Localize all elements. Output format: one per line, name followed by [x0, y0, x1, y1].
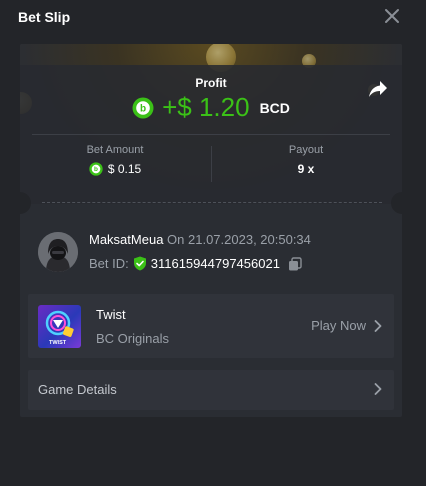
payout-label: Payout: [288, 144, 324, 156]
close-icon[interactable]: [382, 6, 402, 26]
user-avatar-icon: [38, 232, 78, 272]
bcd-coin-icon: b: [89, 162, 103, 176]
play-now-button[interactable]: Play Now: [311, 318, 382, 333]
bet-amount-value-row: b $ 0.15: [20, 162, 210, 176]
bet-amount-value: $ 0.15: [107, 162, 142, 176]
verified-shield-icon: [133, 256, 146, 271]
bcd-coin-icon: b: [132, 97, 154, 118]
bet-id-label: Bet ID:: [89, 256, 129, 271]
game-name: Twist: [96, 307, 126, 322]
game-card: TWIST Twist BC Originals Play Now: [28, 294, 394, 358]
ticket-notch-right: [391, 192, 402, 214]
bet-id-row: Bet ID: 311615944797456021: [89, 256, 302, 271]
chevron-right-icon: [374, 319, 382, 332]
bet-slip-card: Profit b +$ 1.20 BCD Bet Amount b $ 0.15…: [20, 44, 402, 417]
play-now-label: Play Now: [311, 318, 366, 333]
svg-text:b: b: [94, 166, 98, 173]
divider: [32, 134, 390, 135]
bet-slip-header: Bet Slip: [0, 0, 426, 40]
game-thumbnail[interactable]: TWIST: [38, 305, 81, 348]
profit-currency: BCD: [259, 99, 290, 116]
player-name[interactable]: MaksatMeua: [89, 232, 163, 247]
payout-value: 9 x: [297, 162, 315, 176]
twist-game-icon: TWIST: [45, 310, 74, 346]
game-details-row[interactable]: Game Details: [28, 370, 394, 410]
bet-id-value: 311615944797456021: [150, 256, 280, 271]
chevron-right-icon: [374, 383, 382, 395]
bet-timestamp: On 21.07.2023, 20:50:34: [167, 232, 311, 247]
svg-text:b: b: [140, 103, 146, 114]
thumbnail-text: TWIST: [49, 340, 67, 346]
player-line: MaksatMeua On 21.07.2023, 20:50:34: [89, 232, 311, 247]
bet-amount-stat: Bet Amount b $ 0.15: [20, 144, 210, 176]
page-title: Bet Slip: [18, 9, 71, 25]
profit-label: Profit: [195, 76, 227, 90]
player-info: MaksatMeua On 21.07.2023, 20:50:34 Bet I…: [20, 222, 402, 282]
game-provider: BC Originals: [96, 331, 169, 346]
bet-amount-label: Bet Amount: [86, 144, 144, 156]
profit-amount: +$ 1.20: [162, 92, 250, 122]
profit-row: b +$ 1.20 BCD: [20, 92, 402, 123]
avatar[interactable]: [38, 232, 78, 272]
copy-icon[interactable]: [288, 256, 302, 271]
dashed-separator: [42, 202, 382, 203]
share-icon[interactable]: [368, 80, 388, 98]
game-details-label: Game Details: [38, 382, 117, 397]
payout-stat: Payout 9 x: [211, 144, 401, 176]
